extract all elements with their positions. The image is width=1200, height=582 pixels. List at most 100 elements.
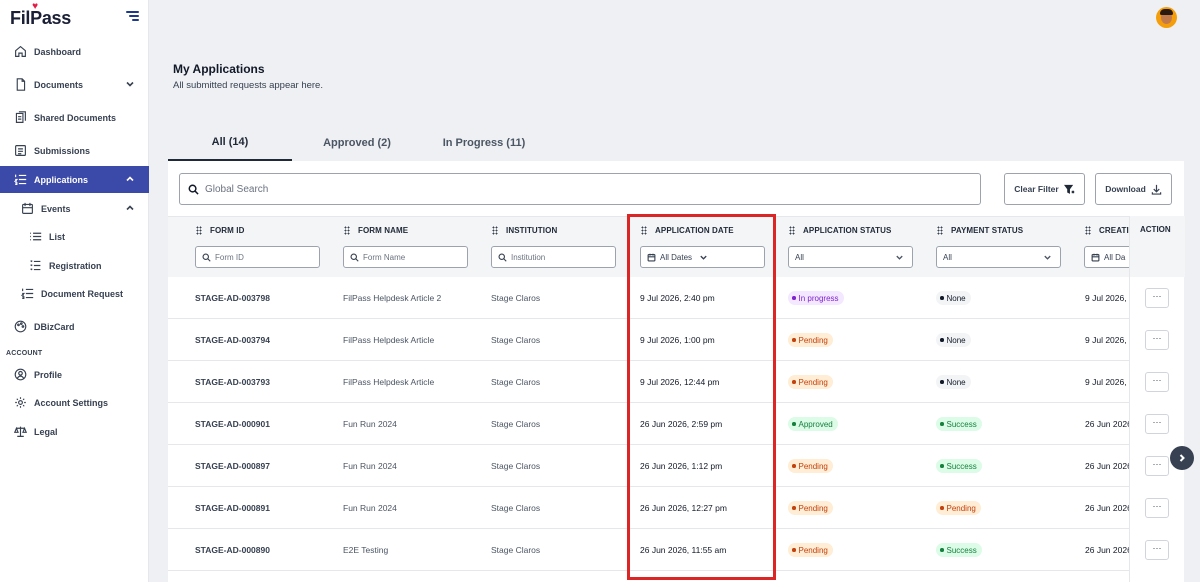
form-name-cell: Fun Run 2024 <box>343 503 397 513</box>
more-actions-button[interactable]: ··· <box>1145 498 1169 518</box>
download-button[interactable]: Download <box>1095 173 1172 205</box>
payment-status-cell: Pending <box>936 487 981 529</box>
payment-status-cell: None <box>936 319 971 361</box>
filpass-logo[interactable]: FilP ♥ ass <box>10 1 71 29</box>
created-cell: 9 Jul 2026, <box>1085 377 1127 387</box>
sidebar-section-account: ACCOUNT <box>6 350 43 357</box>
form-name-cell: Fun Run 2024 <box>343 461 397 471</box>
form-id-cell: STAGE-AD-000901 <box>195 419 270 429</box>
tab-in-progress[interactable]: In Progress (11) <box>424 125 544 161</box>
column-header-institution[interactable]: INSTITUTION <box>492 226 557 235</box>
form-name-filter-input[interactable]: Form Name <box>343 246 468 268</box>
calendar-icon <box>1091 253 1100 261</box>
status-dot-icon <box>792 464 796 468</box>
calendar-icon <box>20 202 34 216</box>
clear-filter-button[interactable]: Clear Filter <box>1004 173 1085 205</box>
drag-handle-icon[interactable] <box>789 226 795 235</box>
menu-toggle-icon[interactable] <box>126 11 139 23</box>
sidebar-item-label: Profile <box>34 369 63 380</box>
drag-handle-icon[interactable] <box>937 226 943 235</box>
application-status-filter-select[interactable]: All <box>788 246 913 268</box>
sidebar-item-documents[interactable]: Documents <box>0 71 149 98</box>
application-status-label: Pending <box>798 461 828 471</box>
form-id-filter-input[interactable]: Form ID <box>195 246 320 268</box>
more-actions-button[interactable]: ··· <box>1145 456 1169 476</box>
drag-handle-icon[interactable] <box>196 226 202 235</box>
document-icon <box>13 78 27 92</box>
drag-handle-icon[interactable] <box>344 226 350 235</box>
payment-status-label: Pending <box>946 503 976 513</box>
column-header-form-id[interactable]: FORM ID <box>196 226 244 235</box>
sidebar-item-label: Registration <box>49 260 102 271</box>
column-header-payment-status[interactable]: PAYMENT STATUS <box>937 226 1023 235</box>
payment-status-label: Success <box>946 419 977 429</box>
sidebar-item-legal[interactable]: Legal <box>0 418 149 445</box>
payment-status-badge: Success <box>936 543 982 557</box>
sidebar-item-label: Account Settings <box>34 397 109 408</box>
sidebar-item-profile[interactable]: Profile <box>0 361 149 388</box>
scroll-right-button[interactable] <box>1170 446 1194 470</box>
chevron-down-icon <box>895 253 904 262</box>
payment-status-filter-select[interactable]: All <box>936 246 1061 268</box>
chevron-up-icon[interactable] <box>125 203 135 213</box>
more-actions-button[interactable]: ··· <box>1145 414 1169 434</box>
form-id-cell: STAGE-AD-003798 <box>195 293 270 303</box>
created-cell: 26 Jun 2026 <box>1085 545 1132 555</box>
action-column: ACTION ··· ··· ··· ··· ··· ··· ··· <box>1129 216 1185 582</box>
application-status-cell: Pending <box>788 487 833 529</box>
form-id-cell: STAGE-AD-000897 <box>195 461 270 471</box>
sidebar-item-shared-documents[interactable]: Shared Documents <box>0 104 149 131</box>
application-status-cell: Pending <box>788 319 833 361</box>
sidebar-item-list[interactable]: List <box>0 223 149 250</box>
avatar[interactable] <box>1156 7 1177 28</box>
tab-all[interactable]: All (14) <box>168 125 292 161</box>
sidebar-item-submissions[interactable]: Submissions <box>0 137 149 164</box>
status-dot-icon <box>792 338 796 342</box>
institution-cell: Stage Claros <box>491 545 541 555</box>
institution-filter-input[interactable]: Institution <box>491 246 616 268</box>
application-status-cell: Approved <box>788 403 838 445</box>
payment-status-cell: None <box>936 361 971 403</box>
global-search-input[interactable]: Global Search <box>179 173 981 205</box>
sidebar-item-account-settings[interactable]: Account Settings <box>0 389 149 416</box>
sidebar-item-document-request[interactable]: Document Request <box>0 280 149 307</box>
registration-icon <box>28 259 42 273</box>
more-actions-button[interactable]: ··· <box>1145 330 1169 350</box>
column-header-application-status[interactable]: APPLICATION STATUS <box>789 226 891 235</box>
more-actions-button[interactable]: ··· <box>1145 288 1169 308</box>
application-status-badge: Pending <box>788 543 833 557</box>
application-status-label: Approved <box>798 419 833 429</box>
created-cell: 26 Jun 2026 <box>1085 461 1132 471</box>
list-numbered-icon <box>20 287 34 301</box>
payment-status-label: None <box>946 377 966 387</box>
application-status-label: Pending <box>798 545 828 555</box>
sidebar-item-events[interactable]: Events <box>0 195 149 222</box>
status-dot-icon <box>940 464 944 468</box>
more-actions-button[interactable]: ··· <box>1145 372 1169 392</box>
sidebar-item-registration[interactable]: Registration <box>0 252 149 279</box>
sidebar-item-applications[interactable]: Applications <box>0 166 149 193</box>
payment-status-badge: None <box>936 333 971 347</box>
drag-handle-icon[interactable] <box>492 226 498 235</box>
column-header-form-name[interactable]: FORM NAME <box>344 226 408 235</box>
chevron-down-icon[interactable] <box>125 79 135 89</box>
payment-status-label: None <box>946 293 966 303</box>
status-dot-icon <box>940 548 944 552</box>
payment-status-badge: Pending <box>936 501 981 515</box>
chevron-up-icon[interactable] <box>125 174 135 184</box>
column-header-created[interactable]: CREATI <box>1085 226 1129 235</box>
form-name-cell: Fun Run 2024 <box>343 419 397 429</box>
tab-approved[interactable]: Approved (2) <box>296 125 418 161</box>
institution-cell: Stage Claros <box>491 377 541 387</box>
chevron-right-icon <box>1179 454 1185 462</box>
sidebar-item-dashboard[interactable]: Dashboard <box>0 38 149 65</box>
status-dot-icon <box>940 506 944 510</box>
search-icon <box>350 252 359 262</box>
payment-status-cell: Success <box>936 445 982 487</box>
sidebar-item-dbizcard[interactable]: DBizCard <box>0 313 149 340</box>
form-name-cell: E2E Testing <box>343 545 389 555</box>
drag-handle-icon[interactable] <box>1085 226 1091 235</box>
application-status-label: Pending <box>798 503 828 513</box>
download-label: Download <box>1105 184 1146 194</box>
more-actions-button[interactable]: ··· <box>1145 540 1169 560</box>
